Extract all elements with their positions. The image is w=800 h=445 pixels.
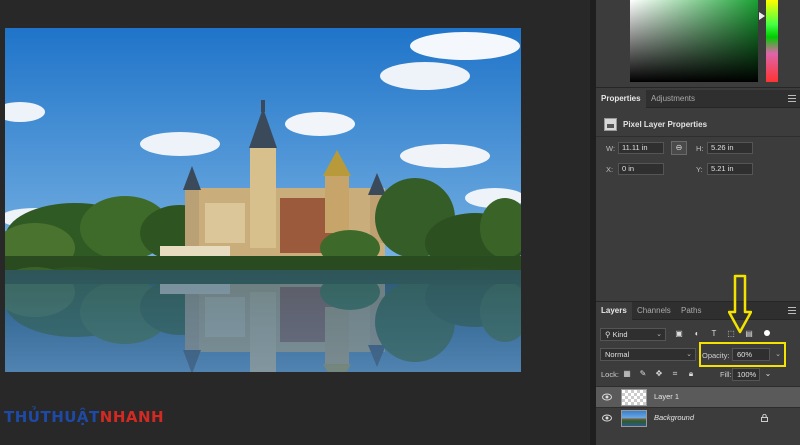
lock-position-icon[interactable]: ✥ [654,369,664,379]
properties-divider [596,136,800,137]
width-field[interactable]: 11.11 in [618,142,664,154]
canvas-area[interactable]: THỦTHUẬTNHANH [0,0,590,445]
color-field[interactable] [630,0,758,82]
lock-label: Lock: [601,370,619,379]
pixel-layer-icon [604,117,617,131]
layer-thumbnail [621,389,647,406]
layer-thumbnail [621,410,647,427]
tab-properties[interactable]: Properties [596,90,646,108]
layer-name[interactable]: Background [654,408,694,428]
watermark-logo: THỦTHUẬTNHANH [4,408,164,426]
hue-slider[interactable] [766,0,778,82]
layer-row-background[interactable]: Background [596,407,800,428]
blend-mode-value: Normal [605,350,630,359]
type-filter-icon[interactable]: T [709,329,719,339]
visibility-eye-icon[interactable] [602,393,612,401]
properties-panel: Pixel Layer Properties W: 11.11 in ⊖ H: … [596,108,800,302]
layers-panel-menu-icon[interactable] [788,307,796,315]
tab-channels[interactable]: Channels [632,302,676,320]
chevron-down-icon: ⌄ [686,351,692,358]
lock-icon [761,414,768,422]
tab-paths[interactable]: Paths [676,302,706,320]
filter-kind-label: Kind [612,330,628,339]
height-label: H: [696,144,704,153]
chevron-down-icon[interactable]: ⌄ [763,369,773,379]
pixel-filter-icon[interactable]: ▣ [674,329,684,339]
tab-layers[interactable]: Layers [596,302,632,320]
layer-name[interactable]: Layer 1 [654,387,679,407]
filter-toggle-icon[interactable] [764,330,770,336]
width-label: W: [606,144,616,153]
layer-row-layer-1[interactable]: Layer 1 [596,386,800,407]
watermark-part1: THỦTHUẬT [4,408,100,426]
visibility-eye-icon[interactable] [602,414,612,422]
x-field[interactable]: 0 in [618,163,664,175]
search-icon: ⚲ [605,330,613,339]
fill-value: 100% [737,370,757,379]
right-panel-column: Properties Adjustments Pixel Layer Prope… [596,0,800,445]
link-icon[interactable]: ⊖ [671,141,687,155]
photoshop-window: THỦTHUẬTNHANH Properties Adjustments Pix… [0,0,800,445]
properties-tabbar: Properties Adjustments [596,90,800,108]
castle-reflection-image [5,28,521,372]
annotation-arrow-icon [728,274,752,334]
properties-header: Pixel Layer Properties [604,116,707,132]
y-label: Y: [696,165,703,174]
layers-tabbar: Layers Channels Paths [596,302,800,320]
properties-title: Pixel Layer Properties [623,119,708,129]
lock-fill-row: Lock: ▦ ✎ ✥ ⌗ 🔒︎ Fill: 100% ⌄ [596,366,800,384]
fill-field[interactable]: 100% [732,368,760,381]
x-label: X: [606,165,614,174]
watermark-part2: NHANH [99,408,165,426]
hue-slider-marker[interactable] [759,12,765,20]
lock-artboard-icon[interactable]: ⌗ [670,369,680,379]
height-field[interactable]: 5.26 in [707,142,753,154]
document-canvas[interactable] [5,28,521,372]
fill-label: Fill: [720,370,732,379]
chevron-down-icon: ⌄ [656,331,662,338]
blend-mode-select[interactable]: Normal ⌄ [600,348,696,361]
lock-all-icon[interactable]: 🔒︎ [686,369,696,379]
tab-adjustments[interactable]: Adjustments [646,90,700,108]
opacity-highlight-box [699,342,786,367]
filter-kind-select[interactable]: ⚲ Kind ⌄ [600,328,666,341]
layers-panel: ⚲ Kind ⌄ ▣ ◐ T ⬚ ▤ Normal ⌄ Opacity: 60% [596,320,800,445]
y-field[interactable]: 5.21 in [707,163,753,175]
panel-menu-icon[interactable] [788,95,796,103]
lock-transparency-icon[interactable]: ▦ [622,369,632,379]
lock-pixels-icon[interactable]: ✎ [638,369,648,379]
adjustment-filter-icon[interactable]: ◐ [692,329,702,339]
color-panel [596,0,800,88]
